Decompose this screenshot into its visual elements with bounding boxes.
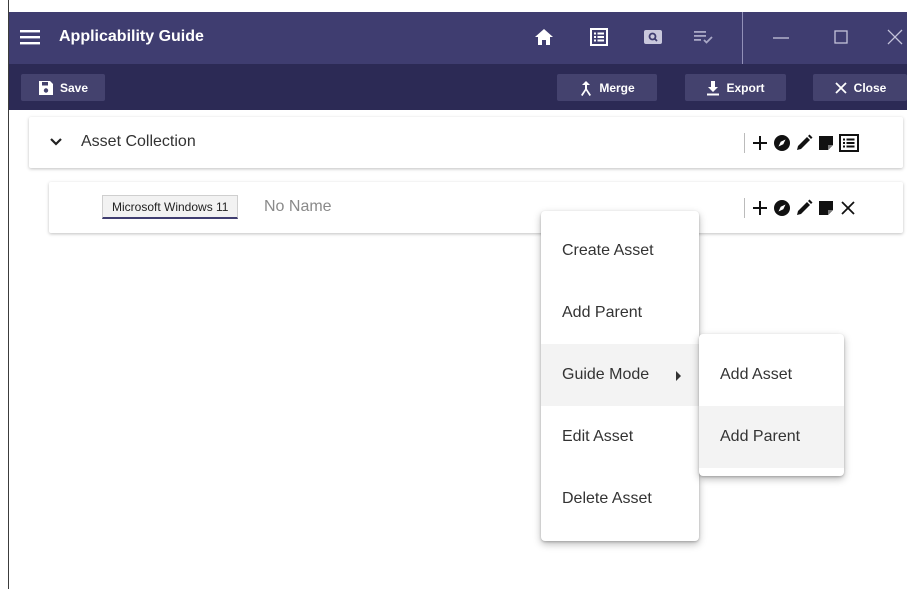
sticky-note-icon[interactable] [817, 199, 835, 217]
merge-button[interactable]: Merge [557, 74, 657, 101]
asset-actions [744, 196, 861, 220]
sticky-note-icon[interactable] [817, 134, 835, 152]
close-icon [835, 81, 847, 94]
menu-item-label: Add Parent [562, 304, 643, 321]
asset-collection-label: Asset Collection [81, 133, 196, 150]
context-menu: Create Asset Add Parent Guide Mode Edit … [541, 211, 699, 541]
playlist-check-icon[interactable] [693, 27, 713, 47]
titlebar-separator [742, 12, 743, 64]
asset-type-chip[interactable]: Microsoft Windows 11 [102, 195, 239, 219]
asset-type-label: Microsoft Windows 11 [112, 199, 229, 214]
export-button[interactable]: Export [685, 74, 786, 101]
save-label: Save [59, 80, 89, 95]
caret-right-icon [676, 371, 681, 381]
menu-item-edit-asset[interactable]: Edit Asset [541, 406, 699, 468]
menu-item-delete-asset[interactable]: Delete Asset [541, 468, 699, 530]
menu-item-label: Guide Mode [562, 366, 650, 383]
submenu-item-label: Add Parent [720, 428, 801, 445]
guide-mode-submenu: Add Asset Add Parent [699, 334, 844, 476]
home-icon[interactable] [534, 27, 554, 47]
collection-actions [744, 131, 863, 155]
merge-icon [581, 80, 592, 96]
search-panel-icon[interactable] [643, 27, 663, 47]
save-button[interactable]: Save [21, 74, 105, 101]
chevron-down-icon[interactable] [49, 135, 63, 149]
submenu-item-add-parent[interactable]: Add Parent [699, 406, 844, 468]
list-box-icon[interactable] [839, 134, 859, 152]
asset-collection-card: Asset Collection [29, 117, 903, 168]
plus-icon[interactable] [751, 134, 769, 152]
menu-item-create-asset[interactable]: Create Asset [541, 220, 699, 282]
pencil-icon[interactable] [795, 134, 813, 152]
list-view-icon[interactable] [589, 27, 609, 47]
close-label: Close [853, 80, 887, 95]
title-bar: Applicability Guide [9, 12, 907, 64]
compass-icon[interactable] [773, 199, 791, 217]
hamburger-menu-icon[interactable] [19, 26, 41, 48]
minimize-icon[interactable] [769, 25, 793, 49]
compass-icon[interactable] [773, 134, 791, 152]
menu-item-label: Edit Asset [562, 428, 634, 445]
plus-icon[interactable] [751, 199, 769, 217]
export-label: Export [726, 80, 765, 95]
download-icon [707, 80, 720, 95]
asset-card: Microsoft Windows 11 No Name [49, 182, 903, 233]
window-close-icon[interactable] [883, 25, 907, 49]
pencil-icon[interactable] [795, 199, 813, 217]
merge-label: Merge [599, 80, 635, 95]
save-icon [38, 80, 53, 95]
menu-item-guide-mode[interactable]: Guide Mode [541, 344, 699, 406]
asset-name: No Name [264, 198, 332, 215]
menu-item-add-parent[interactable]: Add Parent [541, 282, 699, 344]
remove-icon[interactable] [839, 199, 857, 217]
app-title: Applicability Guide [59, 28, 204, 45]
submenu-item-label: Add Asset [720, 366, 793, 383]
close-button[interactable]: Close [813, 74, 907, 101]
asset-actions-divider [744, 198, 745, 218]
actions-divider [744, 133, 745, 153]
submenu-item-add-asset[interactable]: Add Asset [699, 344, 844, 406]
menu-item-label: Delete Asset [562, 490, 652, 507]
maximize-icon[interactable] [829, 25, 853, 49]
action-toolbar: Save Merge Export Close [9, 64, 907, 110]
menu-item-label: Create Asset [562, 242, 654, 259]
